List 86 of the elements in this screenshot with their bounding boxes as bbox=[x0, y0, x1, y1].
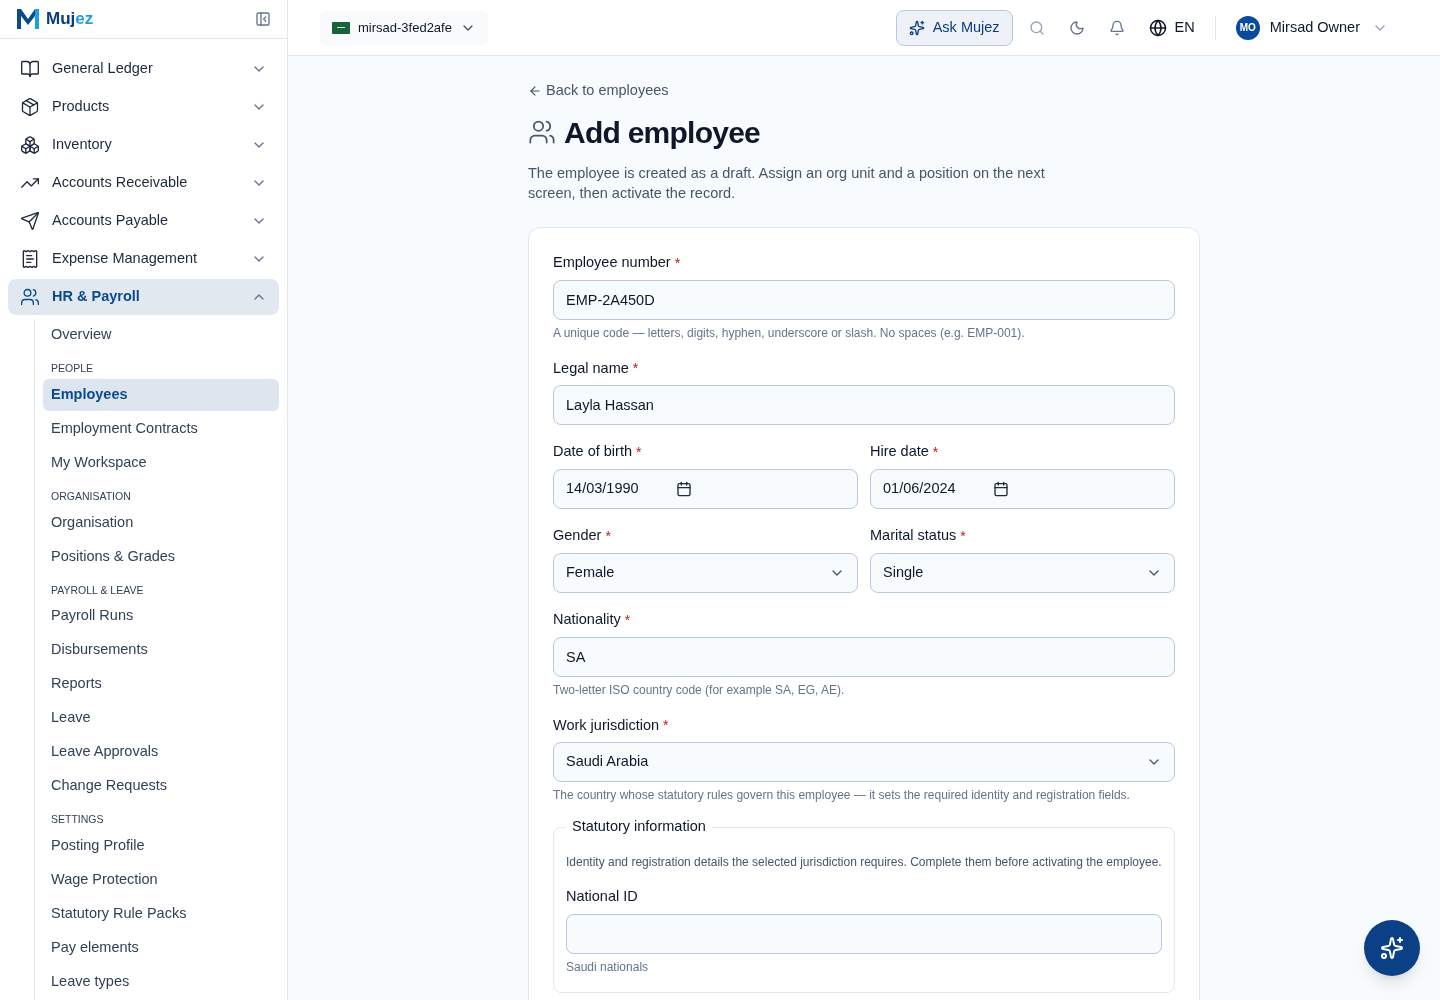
page-description: The employee is created as a draft. Assign an org unit and a position on the next screen, then activate the record. bbox=[528, 163, 1046, 203]
required-mark: * bbox=[960, 526, 966, 546]
nav-item[interactable]: Accounts Payable bbox=[8, 203, 279, 239]
required-mark: * bbox=[932, 443, 939, 463]
nav-item[interactable]: Products bbox=[8, 89, 279, 125]
nav-item[interactable]: Accounts Receivable bbox=[8, 165, 279, 201]
nav-item[interactable]: HR & Payroll bbox=[8, 279, 279, 315]
nav-subitem[interactable]: Posting Profile bbox=[43, 830, 279, 862]
bell-icon[interactable] bbox=[1108, 19, 1125, 36]
field-hint: The country whose statutory rules govern this employee — it sets the required identity and registration fields. bbox=[553, 787, 1131, 805]
nav-subitem[interactable]: My Workspace bbox=[43, 446, 279, 479]
calendar-icon bbox=[676, 481, 692, 497]
field-hint: Saudi nationals bbox=[566, 958, 650, 976]
language-switcher[interactable]: EN bbox=[1148, 16, 1195, 39]
text-field[interactable] bbox=[566, 913, 1162, 954]
user-menu[interactable]: MO Mirsad Owner bbox=[1235, 15, 1388, 40]
nav-subitem[interactable]: Payroll Runs bbox=[43, 600, 279, 633]
nav-subitem[interactable]: Disbursements bbox=[43, 634, 279, 667]
nav-subitem[interactable]: Leave types bbox=[43, 966, 279, 998]
book-icon bbox=[20, 59, 40, 79]
nav-item[interactable]: Expense Management bbox=[8, 241, 279, 277]
field-label: National ID bbox=[566, 887, 638, 906]
required-mark: * bbox=[605, 526, 611, 546]
search-icon[interactable] bbox=[1028, 19, 1045, 36]
boxes-icon bbox=[20, 135, 40, 155]
send-icon bbox=[20, 211, 40, 231]
back-link[interactable]: Back to employees bbox=[528, 80, 1200, 102]
sparkles-icon bbox=[908, 19, 925, 36]
select-field[interactable]: Female bbox=[553, 552, 858, 593]
nav-subitem[interactable]: Change Requests bbox=[43, 770, 279, 803]
required-mark: * bbox=[663, 716, 669, 736]
logo-icon bbox=[16, 8, 40, 30]
date-field[interactable]: 14/03/1990 bbox=[553, 469, 858, 509]
sparkles-icon bbox=[1380, 936, 1404, 960]
field-label: Work jurisdiction bbox=[553, 715, 660, 735]
text-field[interactable]: Layla Hassan bbox=[553, 385, 1175, 426]
nav-item[interactable]: General Ledger bbox=[8, 51, 279, 87]
nav-subitem[interactable]: Employment Contracts bbox=[43, 412, 279, 445]
calendar-icon bbox=[993, 481, 1009, 497]
required-mark: * bbox=[632, 359, 639, 379]
globe-icon bbox=[1148, 18, 1167, 37]
field-label: Marital status bbox=[870, 526, 957, 545]
nav-subitem[interactable]: Overview bbox=[43, 319, 279, 351]
assistant-button[interactable] bbox=[1364, 920, 1420, 976]
field-hint: Two-letter ISO country code (for example SA, EG, AE). bbox=[553, 681, 846, 699]
nav-item[interactable]: Inventory bbox=[8, 127, 279, 163]
field-label: Nationality bbox=[553, 609, 621, 629]
company-switcher[interactable]: mirsad-3fed2afe bbox=[320, 9, 488, 46]
select-field[interactable]: Saudi Arabia bbox=[553, 742, 1175, 783]
nav-subitem[interactable]: Wage Protection bbox=[43, 864, 279, 896]
field-label: Hire date bbox=[870, 442, 929, 462]
select-field[interactable]: Single bbox=[870, 552, 1175, 593]
ask-button[interactable]: Ask Mujez bbox=[895, 9, 1013, 46]
section-description: Identity and registration details the selected jurisdiction requires. Complete them before activating the employee. bbox=[566, 854, 1162, 870]
field-label: Legal name bbox=[553, 358, 629, 378]
field-label: Employee number bbox=[553, 252, 671, 272]
section-heading: PEOPLE bbox=[50, 361, 95, 376]
section-legend: Statutory information bbox=[566, 816, 712, 838]
section-heading: SETTINGS bbox=[50, 812, 105, 828]
nav-subitem[interactable]: Pay elements bbox=[43, 932, 279, 964]
field-hint: A unique code — letters, digits, hyphen, underscore or slash. No spaces (e.g. EMP-001). bbox=[553, 324, 1026, 342]
required-mark: * bbox=[636, 443, 642, 463]
nav-subitem[interactable]: Employees bbox=[43, 378, 279, 411]
date-field[interactable]: 01/06/2024 bbox=[870, 469, 1175, 509]
section-heading: ORGANISATION bbox=[50, 488, 132, 504]
nav-subitem[interactable]: Leave bbox=[43, 702, 279, 735]
collapse-sidebar-icon[interactable] bbox=[255, 11, 271, 27]
section-heading: PAYROLL & LEAVE bbox=[50, 582, 145, 598]
logo-text: Mujez bbox=[46, 8, 94, 31]
package-icon bbox=[20, 97, 40, 117]
nav-subitem[interactable]: Organisation bbox=[43, 506, 279, 539]
text-field[interactable]: EMP-2A450D bbox=[553, 279, 1175, 320]
moon-icon[interactable] bbox=[1068, 19, 1085, 36]
field-label: Gender bbox=[553, 526, 602, 545]
page-title: Add employee bbox=[564, 114, 761, 151]
users-icon bbox=[20, 287, 40, 307]
nav-subitem[interactable]: Reports bbox=[43, 668, 279, 701]
nav-subitem[interactable]: Leave Approvals bbox=[43, 736, 279, 769]
required-mark: * bbox=[674, 253, 681, 273]
nav-subitem[interactable]: Positions & Grades bbox=[43, 540, 279, 573]
required-mark: * bbox=[624, 610, 631, 630]
field-label: Date of birth bbox=[553, 442, 632, 462]
nav-subitem[interactable]: Statutory Rule Packs bbox=[43, 898, 279, 930]
flag-icon bbox=[332, 21, 350, 34]
receipt-icon bbox=[20, 249, 40, 269]
text-field[interactable]: SA bbox=[553, 636, 1175, 677]
